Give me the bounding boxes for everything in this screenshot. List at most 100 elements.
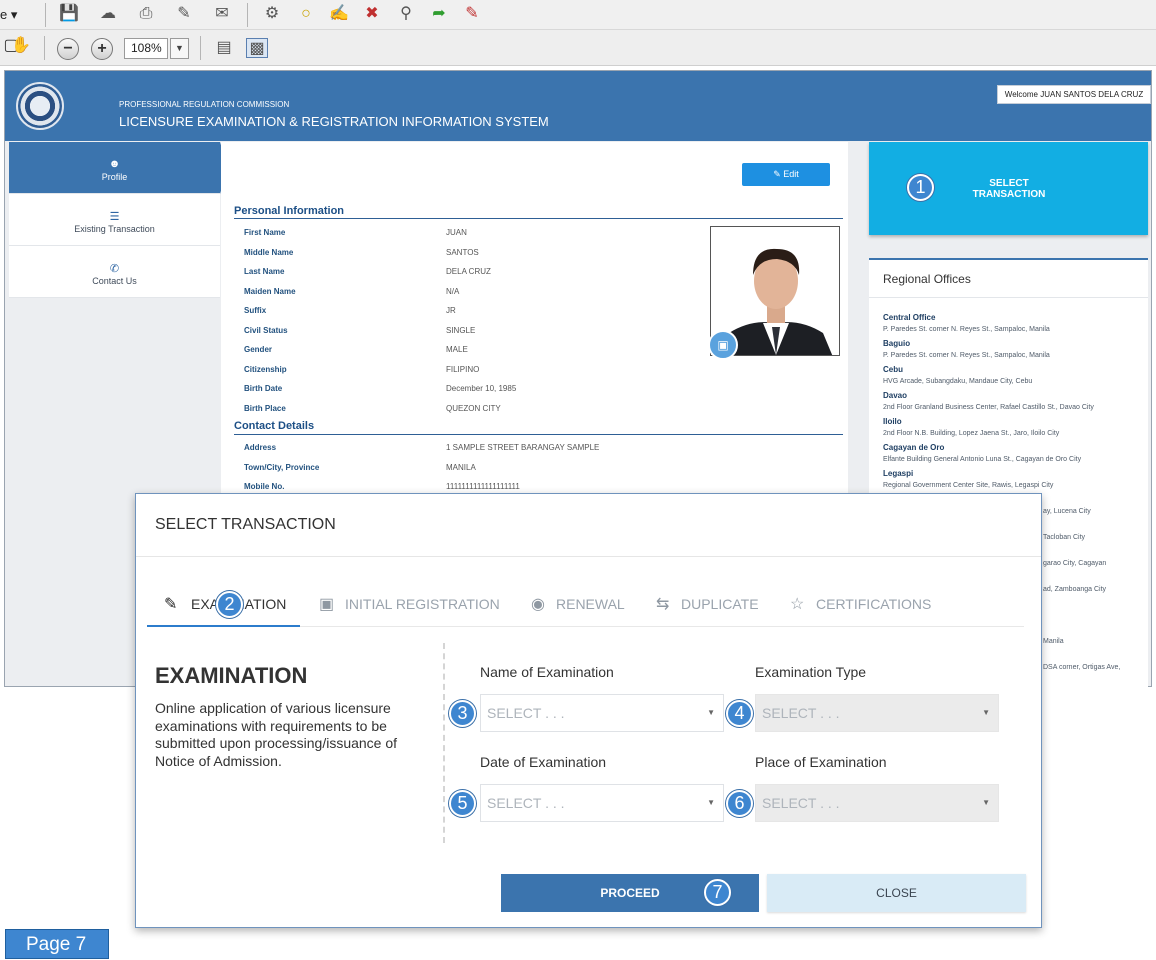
office-address-partial: garao City, Cagayan xyxy=(1043,560,1107,567)
name-of-examination-label: Name of Examination xyxy=(480,664,614,680)
page-number-label: Page 7 xyxy=(5,929,109,959)
edit-button-label: Edit xyxy=(783,169,799,179)
pencil-icon: ✎ xyxy=(164,596,178,613)
section-divider xyxy=(234,218,843,219)
office-name: Iloilo xyxy=(883,417,902,426)
section-description: Online application of various licensure … xyxy=(155,700,398,769)
tab-duplicate[interactable]: DUPLICATE xyxy=(681,596,759,612)
delete-page-icon[interactable]: ✖ xyxy=(361,4,383,24)
close-button[interactable]: CLOSE xyxy=(767,874,1026,912)
field-label: Civil Status xyxy=(244,326,288,335)
field-label: Birth Date xyxy=(244,384,283,393)
field-label: Address xyxy=(244,443,277,452)
camera-icon[interactable]: ▣ xyxy=(708,330,738,360)
edit-button[interactable]: ✎ Edit xyxy=(742,163,830,186)
tab-renewal[interactable]: RENEWAL xyxy=(556,596,625,612)
upload-cloud-icon[interactable]: ☁ xyxy=(97,4,119,24)
welcome-user: Welcome JUAN SANTOS DELA CRUZ xyxy=(997,85,1151,104)
field-value: 1 SAMPLE STREET BARANGAY SAMPLE xyxy=(446,443,600,452)
field-label: Gender xyxy=(244,345,273,354)
email-icon[interactable]: ✉ xyxy=(211,4,233,24)
field-value: MANILA xyxy=(446,463,476,472)
office-address: P. Paredes St. corner N. Reyes St., Samp… xyxy=(883,352,1050,359)
field-label: Town/City, Province xyxy=(244,463,320,472)
panel-divider xyxy=(869,297,1148,298)
step-badge-7: 7 xyxy=(704,879,731,906)
contact-details-heading: Contact Details xyxy=(234,420,315,432)
zoom-in-icon[interactable]: + xyxy=(91,38,113,60)
field-label: Maiden Name xyxy=(244,287,296,296)
office-name: Central Office xyxy=(883,313,936,322)
user-icon: ☻ xyxy=(108,158,121,170)
select-placeholder: SELECT . . . xyxy=(487,705,565,721)
office-address-partial: ay, Lucena City xyxy=(1043,508,1091,515)
print-icon[interactable]: ⎙ xyxy=(135,4,157,24)
field-label: Suffix xyxy=(244,306,267,315)
pdf-icon[interactable]: ✎ xyxy=(461,4,483,24)
tab-certifications[interactable]: CERTIFICATIONS xyxy=(816,596,931,612)
edit-document-icon[interactable]: ✎ xyxy=(173,4,195,24)
office-name: Cagayan de Oro xyxy=(883,443,945,452)
step-badge-1: 1 xyxy=(907,174,934,201)
field-value: MALE xyxy=(446,345,468,354)
dashed-divider xyxy=(443,643,445,843)
sidebar-item-profile[interactable]: ☻ Profile xyxy=(9,142,220,194)
field-value: DELA CRUZ xyxy=(446,267,491,276)
search-document-icon[interactable]: ⚲ xyxy=(395,4,417,24)
office-name: Legaspi xyxy=(883,469,914,478)
office-address-partial: ad, Zamboanga City xyxy=(1043,586,1107,593)
partial-menu-label[interactable]: e ▾ xyxy=(0,7,17,23)
settings-icon[interactable]: ⚙ xyxy=(261,4,283,24)
date-of-examination-select[interactable]: SELECT . . . ▼ xyxy=(480,784,724,822)
examination-type-select[interactable]: SELECT . . . ▼ xyxy=(755,694,999,732)
fit-width-icon[interactable]: ▩ xyxy=(246,38,268,58)
save-icon[interactable]: 💾 xyxy=(58,4,80,24)
prc-seal-logo xyxy=(16,82,64,130)
sidebar-item-contact-us[interactable]: ✆ Contact Us xyxy=(9,246,220,298)
comment-icon[interactable]: ○ xyxy=(295,4,317,24)
sidebar-item-existing-transaction[interactable]: ☰ Existing Transaction xyxy=(9,194,220,246)
date-of-examination-label: Date of Examination xyxy=(480,754,607,770)
regional-offices-title: Regional Offices xyxy=(883,272,971,286)
select-placeholder: SELECT . . . xyxy=(762,705,840,721)
field-label: Citizenship xyxy=(244,365,287,374)
office-address-partial: Manila xyxy=(1043,638,1064,645)
field-label: Last Name xyxy=(244,267,285,276)
name-of-examination-select[interactable]: SELECT . . . ▼ xyxy=(480,694,724,732)
place-of-examination-label: Place of Examination xyxy=(755,754,887,770)
edit-icon: ✎ xyxy=(773,169,784,179)
active-tab-underline xyxy=(147,625,300,627)
org-name: PROFESSIONAL REGULATION COMMISSION xyxy=(119,100,290,109)
examination-type-label: Examination Type xyxy=(755,664,867,680)
personal-info-heading: Personal Information xyxy=(234,205,345,217)
modal-divider xyxy=(136,556,1041,557)
field-value: SANTOS xyxy=(446,248,479,257)
field-label: Mobile No. xyxy=(244,482,285,491)
chevron-down-icon: ▼ xyxy=(707,798,715,807)
zoom-dropdown-icon[interactable]: ▼ xyxy=(170,38,189,59)
office-address: 2nd Floor Granland Business Center, Rafa… xyxy=(883,404,1094,411)
step-badge-3: 3 xyxy=(449,700,476,727)
chevron-down-icon: ▼ xyxy=(707,708,715,717)
field-value: 1111111111111111111 xyxy=(446,482,520,491)
field-value: JUAN xyxy=(446,228,467,237)
tab-initial-registration[interactable]: INITIAL REGISTRATION xyxy=(345,596,500,612)
hand-tool-icon[interactable]: ✋ xyxy=(10,36,32,56)
chevron-down-icon: ▼ xyxy=(982,708,990,717)
select-transaction-label[interactable]: SELECT TRANSACTION xyxy=(950,178,1068,200)
zoom-level-input[interactable]: 108% xyxy=(124,38,168,59)
place-of-examination-select[interactable]: SELECT . . . ▼ xyxy=(755,784,999,822)
highlight-text-icon[interactable]: ✍ xyxy=(328,4,350,24)
office-name: Davao xyxy=(883,391,908,400)
step-badge-6: 6 xyxy=(726,790,753,817)
fit-page-icon[interactable]: ▤ xyxy=(213,38,235,58)
export-icon[interactable]: ➦ xyxy=(428,4,450,24)
modal-title: SELECT TRANSACTION xyxy=(155,516,336,533)
step-badge-4: 4 xyxy=(726,700,753,727)
office-address-partial: DSA corner, Ortigas Ave, xyxy=(1043,664,1121,671)
toolbar-divider xyxy=(45,3,46,27)
initial-registration-icon: ▣ xyxy=(319,596,335,613)
office-address: Elfante Building General Antonio Luna St… xyxy=(883,456,1082,463)
field-value: December 10, 1985 xyxy=(446,384,517,393)
zoom-out-icon[interactable]: − xyxy=(57,38,79,60)
